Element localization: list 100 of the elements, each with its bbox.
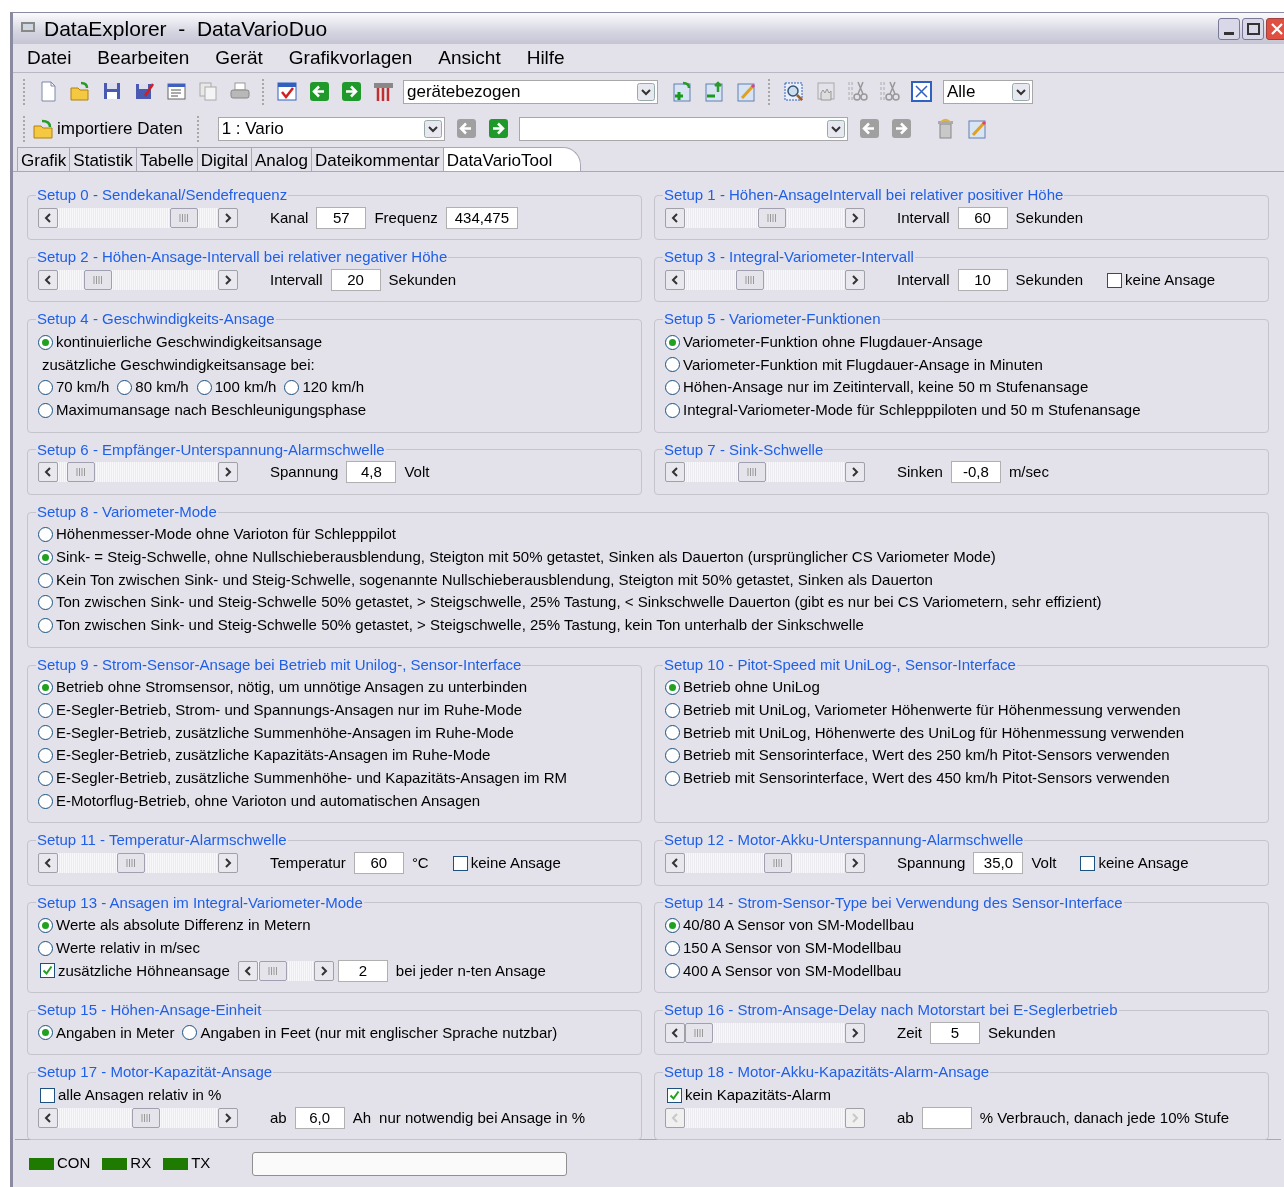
toolbar-grip[interactable]	[768, 78, 771, 105]
scrollbar[interactable]	[38, 270, 238, 291]
radio-button[interactable]	[38, 380, 53, 396]
radio-button[interactable]	[38, 748, 53, 764]
scrollbar[interactable]	[665, 270, 865, 291]
radio-option[interactable]: Sink- = Steig-Schwelle, ohne Nullschieberausblendung, Steigton mit 50% getastet, Sinken als Dauerton (ursprünglicher CS Variometer Mode)	[38, 546, 996, 569]
radio-button[interactable]	[665, 357, 680, 373]
scroll-thumb[interactable]	[764, 853, 793, 874]
checkbox-option[interactable]: zusätzliche Höhneansage	[40, 959, 230, 983]
toolbar-grip[interactable]	[23, 78, 26, 105]
scroll-right-button[interactable]	[218, 462, 238, 483]
scroll-left-button[interactable]	[665, 462, 685, 483]
radio-button[interactable]	[665, 380, 680, 396]
radio-button[interactable]	[196, 380, 212, 396]
template-dropdown[interactable]: gerätebezogen	[403, 79, 658, 104]
radio-option[interactable]: Betrieb mit Sensorinterface, Wert des 250 km/h Pitot-Sensors verwenden	[665, 744, 1170, 767]
input-field[interactable]: 5	[930, 1021, 980, 1044]
input-field[interactable]: 10	[957, 269, 1008, 292]
radio-button[interactable]	[38, 725, 53, 741]
scroll-right-button[interactable]	[218, 853, 238, 874]
radio-button[interactable]	[38, 527, 53, 543]
checkbox[interactable]	[1080, 855, 1096, 871]
radio-button[interactable]	[38, 1025, 53, 1041]
scroll-thumb[interactable]	[259, 960, 288, 981]
radio-button[interactable]	[665, 680, 680, 696]
radio-option[interactable]: kontinuierliche Geschwindigkeitsansage	[38, 330, 322, 354]
checkbox-option[interactable]: keine Ansage	[452, 851, 561, 875]
scroll-left-button[interactable]	[237, 960, 258, 981]
radio-option[interactable]: Kein Ton zwischen Sink- und Steig-Schwelle, sogenannte Nullschieberausblendung, Steigton mit 50% getastet, Sinken als Dauerton	[38, 568, 933, 592]
radio-button[interactable]	[665, 940, 680, 956]
scrollbar[interactable]	[665, 462, 865, 483]
input-field[interactable]: -0,8	[950, 461, 1001, 484]
radio-button[interactable]	[117, 380, 133, 396]
radio-button[interactable]	[665, 334, 680, 350]
scroll-right-button[interactable]	[845, 207, 865, 228]
input-field[interactable]: 60	[957, 206, 1008, 229]
radio-option[interactable]: 120 km/h	[284, 376, 365, 399]
radio-option[interactable]: Betrieb ohne UniLog	[665, 676, 820, 699]
menu-item[interactable]: Hilfe	[526, 43, 565, 73]
input-field[interactable]: 4,8	[346, 461, 397, 484]
radio-button[interactable]	[665, 725, 680, 741]
radio-option[interactable]: 40/80 A Sensor von SM-Modellbau	[665, 914, 914, 937]
radio-option[interactable]: Betrieb mit Sensorinterface, Wert des 450 km/h Pitot-Sensors verwenden	[665, 767, 1170, 790]
radio-button[interactable]	[284, 380, 300, 396]
scroll-left-button[interactable]	[38, 462, 58, 483]
checkbox[interactable]	[40, 1087, 55, 1103]
input-field[interactable]: 434,475	[445, 206, 518, 229]
radio-option[interactable]: Höhen-Ansage nur im Zeitintervall, keine 50 m Stufenansage	[665, 376, 1089, 399]
radio-option[interactable]: Angaben in Feet (nur mit englischer Sprache nutzbar)	[182, 1021, 558, 1045]
scroll-left-button[interactable]	[38, 207, 58, 228]
radio-option[interactable]: 100 km/h	[196, 376, 277, 399]
checkbox-option[interactable]: keine Ansage	[1107, 268, 1216, 292]
scrollbar[interactable]	[665, 207, 865, 228]
radio-option[interactable]: E-Segler-Betrieb, zusätzliche Summenhöhe- und Kapazitäts-Ansagen im RM	[38, 767, 568, 790]
radio-option[interactable]: E-Segler-Betrieb, zusätzliche Summenhöhe-Ansagen im Ruhe-Mode	[38, 721, 514, 745]
scroll-left-button[interactable]	[665, 853, 685, 874]
checkbox-option[interactable]: kein Kapazitäts-Alarm	[667, 1083, 831, 1107]
radio-option[interactable]: E-Segler-Betrieb, Strom- und Spannungs-Ansagen nur im Ruhe-Mode	[38, 699, 523, 722]
radio-option[interactable]: Höhenmesser-Mode ohne Varioton für Schlepppilot	[38, 523, 396, 546]
radio-button[interactable]	[665, 402, 680, 418]
radio-button[interactable]	[38, 770, 53, 786]
input-field[interactable]: 6,0	[294, 1106, 345, 1129]
radio-option[interactable]: 150 A Sensor von SM-Modellbau	[665, 936, 902, 960]
radio-button[interactable]	[665, 748, 680, 764]
radio-option[interactable]: 400 A Sensor von SM-Modellbau	[665, 959, 902, 983]
minimize-button[interactable]	[1218, 17, 1240, 40]
radio-option[interactable]: Betrieb mit UniLog, Höhenwerte des UniLog für Höhenmessung verwenden	[665, 721, 1185, 745]
scroll-right-button[interactable]	[313, 960, 334, 981]
import-button[interactable]: importiere Daten	[32, 115, 191, 142]
filter-dropdown[interactable]: Alle	[943, 79, 1033, 104]
radio-option[interactable]: Ton zwischen Sink- und Steig-Schwelle 50% getastet, > Steigschwelle, 25% Tastung, < Sinkschwelle Dauerton (gibt es nur bei CS Variometern, sehr effizient)	[38, 591, 1102, 614]
tab[interactable]: Dateikommentar	[310, 147, 443, 171]
radio-button[interactable]	[38, 549, 53, 565]
radio-button[interactable]	[38, 617, 53, 633]
close-button[interactable]	[1266, 17, 1284, 40]
scroll-right-button[interactable]	[845, 462, 865, 483]
menu-item[interactable]: Bearbeiten	[97, 43, 190, 73]
checkbox[interactable]	[667, 1087, 682, 1103]
scroll-right-button[interactable]	[845, 270, 865, 291]
tab[interactable]: Analog	[251, 147, 311, 171]
scroll-left-button[interactable]	[38, 270, 58, 291]
tab[interactable]: Statistik	[69, 147, 136, 171]
radio-button[interactable]	[38, 702, 53, 718]
menu-item[interactable]: Grafikvorlagen	[288, 43, 413, 73]
radio-button[interactable]	[38, 402, 53, 418]
toolbar-grip[interactable]	[23, 115, 26, 142]
scrollbar[interactable]	[38, 207, 238, 228]
checkbox[interactable]	[452, 855, 468, 871]
tab[interactable]: Tabelle	[135, 147, 197, 171]
checkbox[interactable]	[40, 963, 55, 979]
scroll-thumb[interactable]	[131, 1107, 160, 1128]
input-field[interactable]: 57	[316, 206, 367, 229]
tab[interactable]: Grafik	[17, 147, 70, 171]
input-field[interactable]: 60	[353, 852, 404, 875]
scroll-right-button[interactable]	[218, 1107, 238, 1128]
scroll-thumb[interactable]	[736, 270, 765, 291]
radio-option[interactable]: Angaben in Meter	[38, 1021, 175, 1045]
scroll-left-button[interactable]	[38, 1107, 58, 1128]
radio-option[interactable]: 80 km/h	[117, 376, 189, 399]
scrollbar[interactable]	[237, 960, 334, 981]
